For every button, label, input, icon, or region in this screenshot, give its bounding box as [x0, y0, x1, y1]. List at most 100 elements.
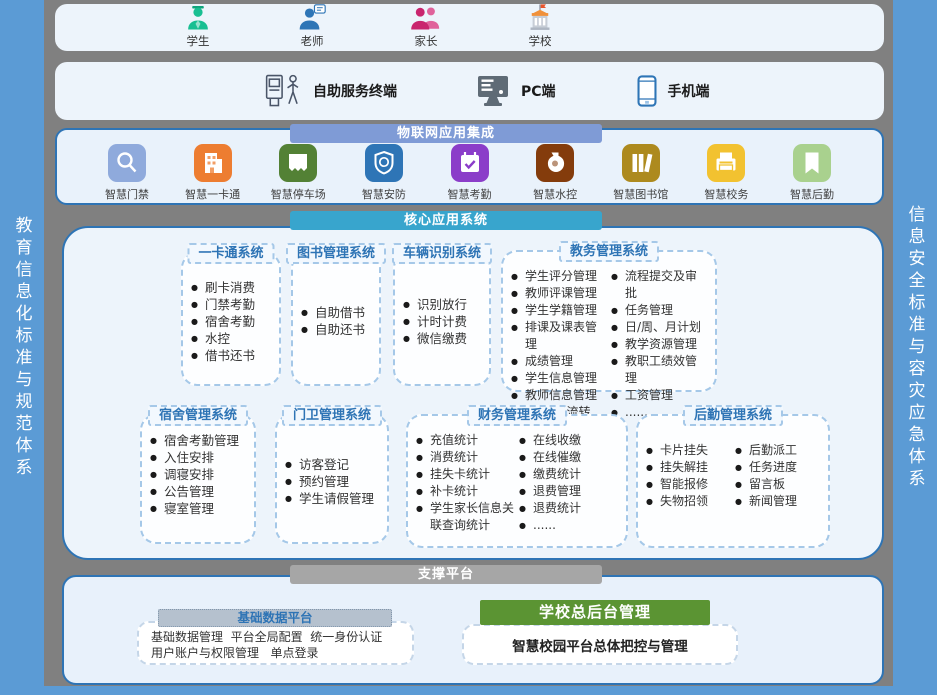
list-item: 排课及课表管理	[511, 319, 607, 353]
system-box-title: 宿舍管理系统	[148, 405, 248, 426]
list-item: ......	[519, 517, 618, 534]
system-feature-list: 后勤派工任务进度留言板新闻管理	[735, 442, 820, 510]
iot-item-access-control: 智慧门禁	[91, 144, 163, 202]
system-feature-list: 充值统计消费统计挂失卡统计补卡统计学生家长信息关联查询统计	[416, 432, 515, 534]
list-item: 教师评课管理	[511, 285, 607, 302]
list-item: 识别放行	[403, 296, 481, 313]
list-item: 学生家长信息关联查询统计	[416, 500, 515, 534]
system-feature-list: 宿舍考勤管理入住安排调寝安排公告管理寝室管理	[150, 432, 246, 517]
iot-item-label: 智慧考勤	[448, 186, 492, 202]
list-item: 宿舍考勤	[191, 313, 271, 330]
terminal-label: 自助服务终端	[313, 81, 397, 101]
system-feature-list: 自助借书自助还书	[301, 304, 371, 338]
list-item: 卡片挂失	[646, 442, 731, 459]
list-item: 调寝安排	[150, 466, 246, 483]
iot-item-security: 智慧安防	[348, 144, 420, 202]
parking-icon	[279, 144, 317, 182]
iot-item-school-affairs: 智慧校务	[690, 144, 762, 202]
system-box-academic-affairs: 教务管理系统 学生评分管理教师评课管理学生学籍管理排课及课表管理成绩管理学生信息…	[501, 250, 717, 392]
system-feature-list: 识别放行计时计费微信缴费	[403, 296, 481, 347]
system-box-one-card: 一卡通系统 刷卡消费门禁考勤宿舍考勤水控借书还书	[181, 252, 281, 386]
list-item: 留言板	[735, 476, 820, 493]
base-data-platform-box: 基础数据管理 平台全局配置 统一身份认证 用户账户与权限管理 单点登录	[137, 621, 414, 665]
right-standards-sidebar: 信息安全标准与容灾应急体系	[893, 0, 937, 695]
list-item: 入住安排	[150, 449, 246, 466]
terminal-label: 手机端	[668, 81, 710, 101]
user-role-student: 学生	[167, 4, 229, 51]
attendance-icon	[451, 144, 489, 182]
system-box-title: 后勤管理系统	[683, 405, 783, 426]
iot-item-parking: 智慧停车场	[262, 144, 334, 202]
system-box-logistics: 后勤管理系统 卡片挂失挂失解挂智能报修失物招领 后勤派工任务进度留言板新闻管理	[636, 414, 830, 548]
iot-item-label: 智慧校务	[704, 186, 748, 202]
iot-item-water-control: 智慧水控	[519, 144, 591, 202]
list-item: 充值统计	[416, 432, 515, 449]
terminal-label: PC端	[521, 81, 556, 101]
iot-item-library: 智慧图书馆	[605, 144, 677, 202]
list-item: 任务管理	[611, 302, 707, 319]
list-item: 智能报修	[646, 476, 731, 493]
system-box-title: 车辆识别系统	[392, 243, 492, 264]
logistics-icon	[793, 144, 831, 182]
terminal-pc: PC端	[477, 75, 556, 107]
user-role-teacher: 老师	[281, 4, 343, 51]
list-item: 在线收缴	[519, 432, 618, 449]
user-role-school: 学校	[509, 4, 571, 51]
iot-item-label: 智慧图书馆	[613, 186, 668, 202]
list-item: 借书还书	[191, 347, 271, 364]
system-box-library: 图书管理系统 自助借书自助还书	[291, 252, 381, 386]
right-sidebar-text: 信息安全标准与容灾应急体系	[903, 205, 928, 491]
user-role-label: 家长	[415, 33, 438, 49]
student-icon	[183, 4, 213, 32]
list-item: 自助借书	[301, 304, 371, 321]
system-feature-list: 流程提交及审批任务管理日/周、月计划教学资源管理教职工绩效管理工资管理.....…	[611, 268, 707, 421]
system-feature-list: 卡片挂失挂失解挂智能报修失物招领	[646, 442, 731, 510]
user-role-parent: 家长	[395, 4, 457, 51]
list-item: 学生请假管理	[285, 490, 379, 507]
base-platform-line: 基础数据管理 平台全局配置 统一身份认证	[151, 629, 412, 645]
core-systems-panel: 一卡通系统 刷卡消费门禁考勤宿舍考勤水控借书还书 图书管理系统 自助借书自助还书…	[62, 226, 884, 560]
school-affairs-icon	[707, 144, 745, 182]
list-item: 新闻管理	[735, 493, 820, 510]
admin-platform-content: 智慧校园平台总体把控与管理	[512, 635, 688, 655]
terminal-mobile: 手机端	[636, 75, 710, 107]
system-feature-list: 学生评分管理教师评课管理学生学籍管理排课及课表管理成绩管理学生信息管理教师信息管…	[511, 268, 607, 421]
list-item: 任务进度	[735, 459, 820, 476]
list-item: 学生学籍管理	[511, 302, 607, 319]
mobile-icon	[636, 75, 658, 107]
admin-platform-header: 学校总后台管理	[480, 600, 710, 625]
list-item: 成绩管理	[511, 353, 607, 370]
list-item: 预约管理	[285, 473, 379, 490]
system-box-title: 图书管理系统	[286, 243, 386, 264]
base-platform-line: 用户账户与权限管理 单点登录	[151, 645, 412, 661]
user-roles-panel: 学生 老师 家长	[55, 4, 884, 51]
system-box-dormitory: 宿舍管理系统 宿舍考勤管理入住安排调寝安排公告管理寝室管理	[140, 414, 256, 544]
system-feature-list: 刷卡消费门禁考勤宿舍考勤水控借书还书	[191, 279, 271, 364]
school-icon	[524, 4, 556, 32]
base-data-platform-header: 基础数据平台	[158, 609, 392, 627]
desktop-icon	[477, 75, 511, 107]
iot-item-label: 智慧门禁	[105, 186, 149, 202]
list-item: 水控	[191, 330, 271, 347]
water-control-icon	[536, 144, 574, 182]
list-item: 消费统计	[416, 449, 515, 466]
list-item: 教学资源管理	[611, 336, 707, 353]
support-platform-panel: 基础数据管理 平台全局配置 统一身份认证 用户账户与权限管理 单点登录 基础数据…	[62, 575, 884, 685]
list-item: 寝室管理	[150, 500, 246, 517]
list-item: 学生评分管理	[511, 268, 607, 285]
iot-section-banner: 物联网应用集成	[290, 124, 602, 143]
iot-item-label: 智慧安防	[362, 186, 406, 202]
iot-item-label: 智慧停车场	[271, 186, 326, 202]
list-item: 自助还书	[301, 321, 371, 338]
iot-item-one-card: 智慧一卡通	[177, 144, 249, 202]
user-role-label: 学生	[187, 33, 210, 49]
iot-item-attendance: 智慧考勤	[434, 144, 506, 202]
list-item: 教职工绩效管理	[611, 353, 707, 387]
list-item: 缴费统计	[519, 466, 618, 483]
core-section-banner: 核心应用系统	[290, 211, 602, 230]
parents-icon	[410, 4, 442, 32]
iot-item-label: 智慧水控	[533, 186, 577, 202]
list-item: 公告管理	[150, 483, 246, 500]
system-feature-list: 访客登记预约管理学生请假管理	[285, 456, 379, 507]
list-item: 补卡统计	[416, 483, 515, 500]
